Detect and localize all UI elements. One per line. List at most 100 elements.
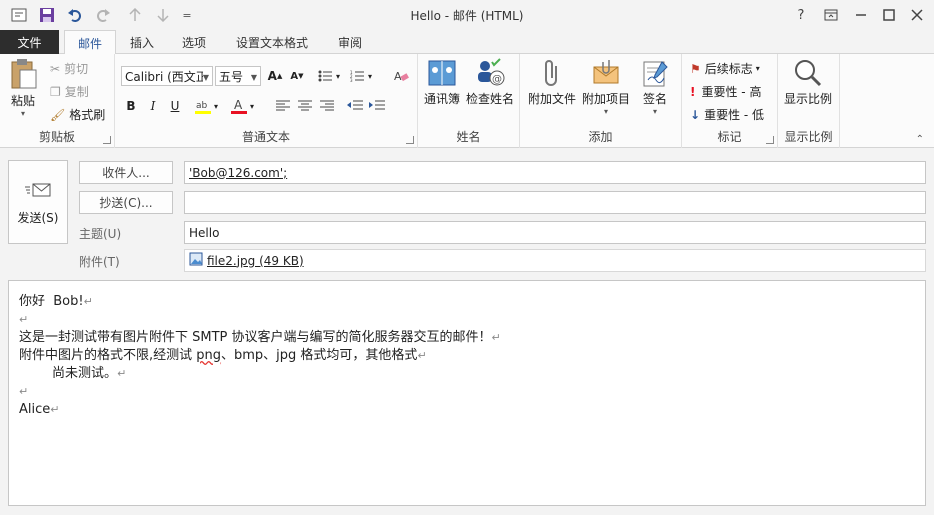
signature-label: 签名 — [642, 92, 667, 106]
scissors-icon: ✂ — [50, 61, 61, 76]
tags-dialog-launcher[interactable] — [766, 136, 774, 144]
subject-field[interactable]: Hello — [184, 221, 926, 244]
attachment-file-link[interactable]: file2.jpg (49 KB) — [207, 254, 304, 268]
ribbon-display-icon[interactable] — [816, 4, 846, 26]
italic-button[interactable]: I — [143, 96, 163, 116]
format-painter-button[interactable]: 🖌 格式刷 — [50, 106, 105, 123]
clipboard-dialog-launcher[interactable] — [103, 136, 111, 144]
tab-format-text[interactable]: 设置文本格式 — [226, 30, 318, 54]
tab-options[interactable]: 选项 — [172, 30, 216, 54]
subject-field-value: Hello — [189, 225, 220, 240]
align-left-icon[interactable] — [273, 96, 293, 116]
magnifier-icon — [795, 60, 822, 87]
basic-text-dialog-launcher[interactable] — [406, 136, 414, 144]
paperclip-icon — [545, 60, 557, 86]
chevron-down-icon: ▾ — [755, 64, 760, 73]
body-line-text: 这是一封测试带有图片附件下 SMTP 协议客户端与编写的简化服务器交互的邮件！ — [19, 330, 492, 345]
low-importance-label: 重要性 - 低 — [704, 108, 765, 122]
attach-file-button[interactable]: 附加文件 — [528, 58, 576, 107]
address-book-button[interactable]: 通讯簿 — [424, 58, 460, 107]
save-icon[interactable] — [36, 4, 58, 26]
shrink-font-icon[interactable]: A ▼ — [287, 66, 307, 86]
body-line-text: 附件中图片的格式不限,经测试 — [19, 348, 197, 363]
attach-item-button[interactable]: 附加项目 ▾ — [582, 58, 630, 116]
tab-file[interactable]: 文件 — [0, 30, 59, 54]
high-importance-button[interactable]: ! 重要性 - 高 — [690, 83, 761, 100]
message-header: 发送(S) 收件人... 'Bob@126.com'; 抄送(C)... 主题(… — [0, 148, 934, 276]
copy-button[interactable]: ❐ 复制 — [50, 83, 89, 100]
increase-indent-icon[interactable] — [367, 96, 387, 116]
tab-review[interactable]: 审阅 — [328, 30, 372, 54]
font-size-select[interactable]: 五号 ▼ — [215, 66, 261, 86]
customize-quick-access-icon[interactable]: = — [176, 4, 198, 26]
address-book-label: 通讯簿 — [424, 92, 461, 106]
svg-text:ab: ab — [196, 101, 208, 111]
align-center-icon[interactable] — [295, 96, 315, 116]
check-names-button[interactable]: @ 检查姓名 — [466, 58, 514, 107]
chevron-down-icon[interactable]: ▾ — [211, 96, 221, 116]
underline-button[interactable]: U — [165, 96, 185, 116]
svg-text:@: @ — [492, 74, 502, 85]
collapse-ribbon-icon[interactable]: ⌃ — [916, 134, 924, 145]
app-menu-icon[interactable] — [8, 4, 30, 26]
maximize-icon[interactable] — [874, 4, 904, 26]
high-importance-icon: ! — [690, 84, 696, 99]
high-importance-label: 重要性 - 高 — [701, 85, 762, 99]
align-right-icon[interactable] — [317, 96, 337, 116]
chevron-down-icon[interactable]: ▾ — [247, 96, 257, 116]
body-line: ↵ — [19, 311, 915, 329]
tab-message[interactable]: 邮件 — [64, 30, 116, 55]
title-bar: = Hello - 邮件 (HTML) ? — [0, 0, 934, 30]
cc-button[interactable]: 抄送(C)... — [79, 191, 173, 214]
send-envelope-icon — [25, 183, 51, 196]
attachment-field: file2.jpg (49 KB) — [184, 249, 926, 272]
close-icon[interactable] — [902, 4, 932, 26]
bullets-icon[interactable] — [315, 66, 335, 86]
include-group: 附加文件 附加项目 ▾ 签名 ▾ 添加 — [520, 54, 682, 148]
numbering-icon[interactable]: 123 — [347, 66, 367, 86]
attach-item-label: 附加项目 — [582, 92, 631, 106]
flag-icon: ⚑ — [690, 61, 701, 76]
font-name-select[interactable]: Calibri (西文正 ▼ — [121, 66, 213, 86]
zoom-group-label: 显示比例 — [784, 130, 833, 144]
chevron-down-icon[interactable]: ▾ — [365, 66, 375, 86]
redo-icon[interactable] — [92, 4, 114, 26]
chevron-down-icon: ▾ — [652, 107, 657, 116]
body-line-text: 你好 Bob! — [19, 294, 84, 309]
zoom-button[interactable]: 显示比例 — [784, 58, 832, 107]
paragraph-mark: ↵ — [491, 331, 501, 344]
minimize-icon[interactable] — [846, 4, 876, 26]
undo-icon[interactable] — [64, 4, 86, 26]
decrease-indent-icon[interactable] — [345, 96, 365, 116]
chevron-down-icon: ▾ — [604, 107, 609, 116]
format-painter-icon: 🖌 — [50, 107, 66, 122]
signature-button[interactable]: 签名 ▾ — [640, 58, 670, 116]
format-painter-label: 格式刷 — [69, 108, 106, 122]
clear-formatting-icon[interactable]: A — [391, 66, 411, 86]
arrow-down-icon[interactable] — [152, 4, 174, 26]
low-importance-button[interactable]: ↓ 重要性 - 低 — [690, 106, 764, 123]
chevron-down-icon: ▾ — [20, 109, 25, 118]
signature-icon — [643, 61, 668, 87]
help-button[interactable]: ? — [786, 4, 816, 26]
check-names-label: 检查姓名 — [466, 92, 515, 106]
send-button[interactable]: 发送(S) — [8, 160, 68, 244]
to-button[interactable]: 收件人... — [79, 161, 173, 184]
bold-button[interactable]: B — [121, 96, 141, 116]
cc-field[interactable] — [184, 191, 926, 214]
arrow-up-icon[interactable] — [124, 4, 146, 26]
follow-up-button[interactable]: ⚑ 后续标志 ▾ — [690, 60, 760, 77]
font-color-icon[interactable]: A — [229, 96, 249, 116]
tab-insert[interactable]: 插入 — [120, 30, 164, 54]
chevron-down-icon[interactable]: ▾ — [333, 66, 343, 86]
message-body[interactable]: 你好 Bob! ↵ ↵ 这是一封测试带有图片附件下 SMTP 协议客户端与编写的简… — [8, 280, 926, 506]
grow-font-icon[interactable]: A ▲ — [265, 66, 285, 86]
cut-button[interactable]: ✂ 剪切 — [50, 60, 88, 77]
zoom-button-label: 显示比例 — [784, 92, 833, 106]
highlight-icon[interactable]: ab — [193, 96, 213, 116]
spelling-error-word: png — [196, 348, 222, 363]
to-field[interactable]: 'Bob@126.com'; — [184, 161, 926, 184]
paste-button[interactable]: 粘贴 ▾ — [8, 58, 38, 118]
ribbon-tabs: 文件 邮件 插入 选项 设置文本格式 审阅 — [0, 30, 934, 55]
body-line: Alice↵ — [19, 401, 915, 419]
